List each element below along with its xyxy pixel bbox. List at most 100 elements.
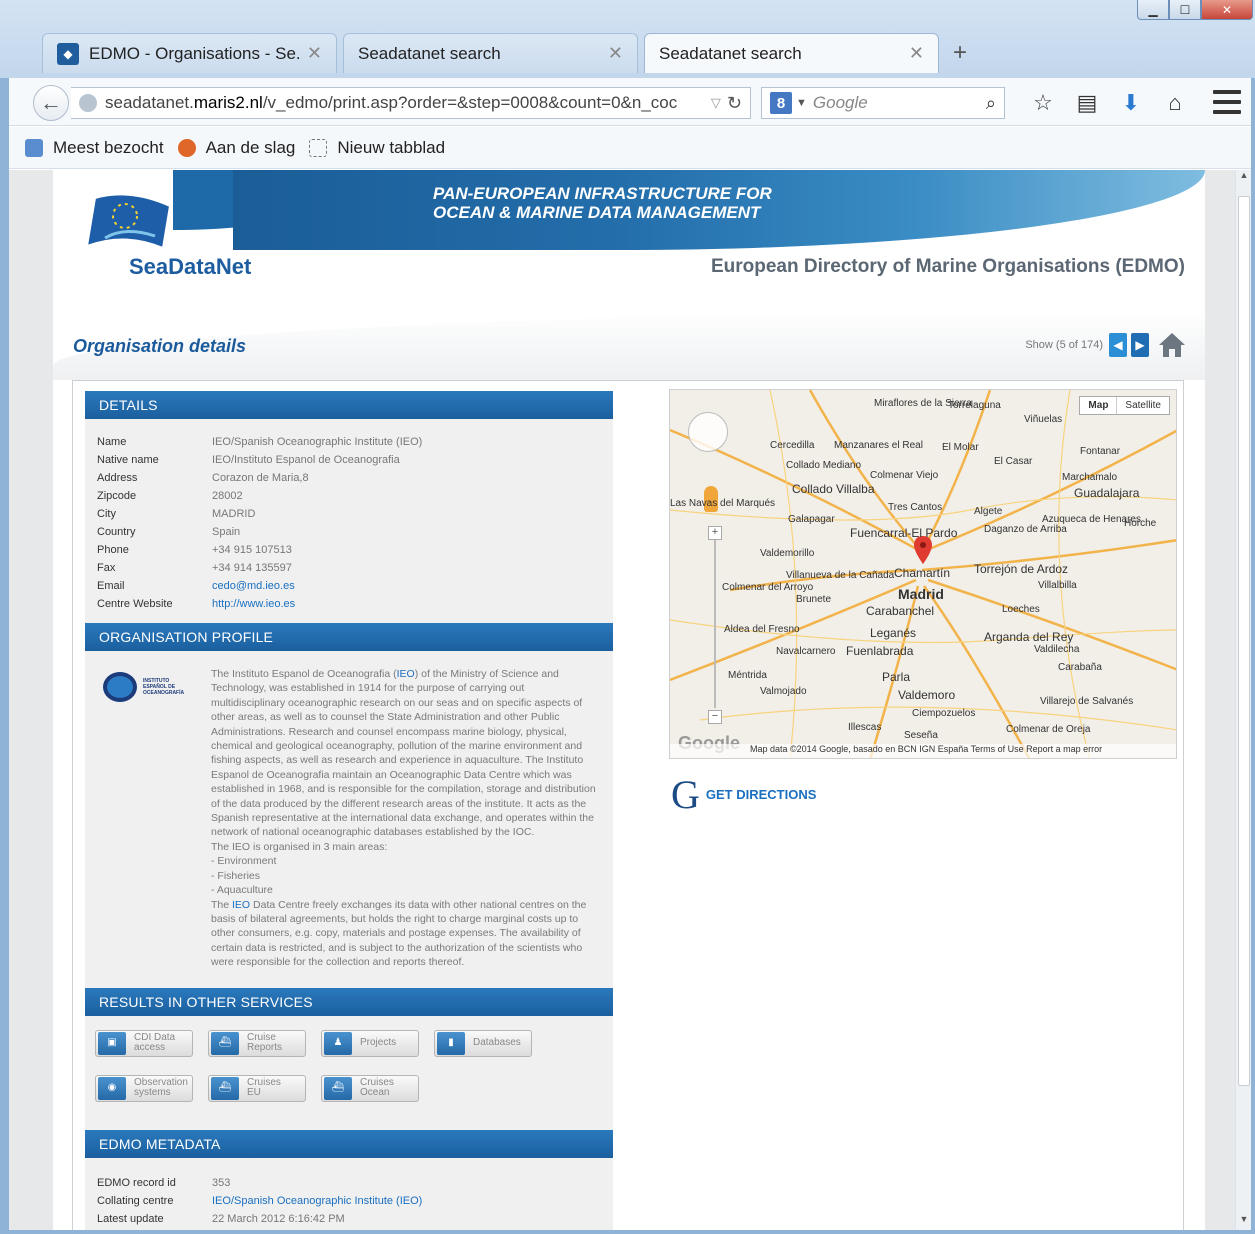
tab-seadatanet-search-1[interactable]: Seadatanet search ✕ [343, 33, 638, 73]
map-label: Madrid [898, 586, 944, 602]
scroll-thumb[interactable] [1238, 196, 1250, 1086]
search-engine-dropdown-icon[interactable]: ▼ [796, 97, 807, 109]
detail-row: Native name IEO/Instituto Espanol de Ocea… [97, 451, 601, 469]
zoom-out-button[interactable]: − [708, 710, 722, 724]
new-tab-page-icon [309, 138, 328, 157]
cruises-eu-button[interactable]: ⛴ Cruises EU [208, 1074, 306, 1102]
observation-systems-button[interactable]: ◉ Observation systems [95, 1074, 193, 1102]
databases-button[interactable]: ▮ Databases [434, 1029, 532, 1057]
page-title: Organisation details [73, 336, 247, 356]
ship-icon: ⛴ [211, 1031, 239, 1055]
map-label: Guadalajara [1074, 486, 1140, 500]
home-icon[interactable] [1157, 330, 1187, 360]
metadata-row: EDMO record id 353 [97, 1174, 601, 1192]
map-type-map-button[interactable]: Map [1080, 397, 1118, 414]
bookmark-getting-started[interactable]: Aan de slag [177, 138, 295, 158]
vertical-scrollbar[interactable]: ▲ ▼ [1235, 170, 1251, 1230]
map-pan-control[interactable] [688, 412, 728, 452]
scroll-down-arrow-icon[interactable]: ▼ [1236, 1214, 1252, 1230]
url-path: /v_edmo/print.asp?order=&step=0008&count… [262, 93, 678, 112]
search-icon[interactable]: ⌕ [986, 93, 996, 114]
profile-area: - Fisheries [211, 869, 261, 882]
zoom-in-button[interactable]: + [708, 526, 722, 540]
home-icon[interactable]: ⌂ [1153, 87, 1197, 119]
database-icon: ▮ [437, 1031, 465, 1055]
previous-record-button[interactable]: ◀ [1109, 333, 1127, 357]
tab-strip: ◆ EDMO - Organisations - Se... ✕ Seadata… [42, 31, 975, 73]
bookmarks-list-icon[interactable]: ▤ [1065, 87, 1109, 119]
map-label: Carabanchel [866, 604, 935, 618]
collating-centre-link[interactable]: IEO/Spanish Oceanographic Institute (IEO… [212, 1192, 422, 1210]
bookmark-most-visited[interactable]: Meest bezocht [25, 138, 164, 158]
map-type-satellite-button[interactable]: Satellite [1117, 397, 1169, 414]
page-content: PAN-EUROPEAN INFRASTRUCTURE FOR OCEAN & … [53, 170, 1205, 1230]
map-type-control[interactable]: Map Satellite [1079, 396, 1170, 415]
ship-icon: ⛴ [211, 1076, 239, 1100]
back-button[interactable]: ← [33, 85, 69, 121]
svc-label: EU [247, 1087, 261, 1099]
tab-close-icon[interactable]: ✕ [909, 43, 924, 64]
close-window-button[interactable]: ✕ [1201, 0, 1253, 20]
bookmark-new-tab[interactable]: Nieuw tabblad [309, 138, 445, 158]
tab-close-icon[interactable]: ✕ [307, 43, 322, 64]
page-viewport: PAN-EUROPEAN INFRASTRUCTURE FOR OCEAN & … [9, 170, 1235, 1230]
observation-icon: ◉ [98, 1076, 126, 1100]
scroll-up-arrow-icon[interactable]: ▲ [1236, 170, 1252, 186]
metadata-value: 22 March 2012 6:16:42 PM [212, 1212, 345, 1225]
ieo-link[interactable]: IEO [232, 899, 250, 911]
detail-label: Phone [97, 544, 129, 556]
profile-text-part: The [211, 898, 233, 911]
url-dropdown-icon[interactable]: ▽ [711, 95, 721, 111]
maximize-button[interactable]: ☐ [1169, 0, 1201, 20]
download-icon[interactable]: ⬇ [1109, 87, 1153, 119]
url-text[interactable]: seadatanet.maris2.nl/v_edmo/print.asp?or… [105, 93, 705, 113]
detail-row: Fax +34 914 135597 [97, 559, 601, 577]
cdi-data-access-button[interactable]: ▣ CDI Data access [95, 1029, 193, 1057]
get-directions-label: GET DIRECTIONS [705, 787, 817, 802]
map-label: Villalbilla [1038, 580, 1077, 591]
url-host: maris2.nl [193, 93, 263, 112]
ieo-logo-icon: INSTITUTO ESPAÑOL DE OCEANOGRAFÍA [103, 667, 187, 707]
email-link[interactable]: cedo@md.ieo.es [212, 577, 295, 595]
bookmark-label: Nieuw tabblad [337, 137, 446, 157]
svc-label: access [134, 1042, 166, 1054]
tab-edmo[interactable]: ◆ EDMO - Organisations - Se... ✕ [42, 33, 337, 73]
svc-label: Ocean [360, 1087, 390, 1099]
google-map[interactable]: + − Map Satellite Miraflores de la Sierr… [669, 389, 1177, 759]
cruise-reports-button[interactable]: ⛴ Cruise Reports [208, 1029, 306, 1057]
bookmark-star-icon[interactable]: ☆ [1021, 87, 1065, 119]
map-attribution[interactable]: Map data ©2014 Google, basado en BCN IGN… [670, 744, 1176, 758]
map-label: Navalcarnero [776, 646, 836, 657]
profile-text: The Instituto Espanol de Oceanografia (I… [211, 667, 599, 970]
detail-value: IEO/Instituto Espanol de Oceanografia [212, 454, 400, 466]
website-link[interactable]: http://www.ieo.es [212, 595, 295, 613]
detail-row: Name IEO/Spanish Oceanographic Institute … [97, 433, 601, 451]
next-record-button[interactable]: ▶ [1131, 333, 1149, 357]
seadatanet-logo-icon[interactable] [85, 188, 177, 260]
ieo-link[interactable]: IEO [397, 668, 415, 680]
most-visited-icon [25, 138, 43, 157]
site-title: European Directory of Marine Organisatio… [710, 256, 1185, 277]
menu-icon[interactable] [1213, 90, 1241, 114]
projects-button[interactable]: ♟ Projects [321, 1029, 419, 1057]
detail-row: Country Spain [97, 523, 601, 541]
map-label: Seseña [904, 730, 938, 741]
reload-icon[interactable]: ↻ [727, 93, 742, 114]
results-buttons: ▣ CDI Data access ⛴ Cruise Reports ♟ Projects… [85, 1016, 613, 1130]
new-tab-button[interactable]: + [945, 33, 975, 73]
address-bar[interactable]: seadatanet.maris2.nl/v_edmo/print.asp?or… [71, 87, 751, 119]
minimize-button[interactable]: ▁ [1137, 0, 1169, 20]
search-bar[interactable]: 8 ▼ Google ⌕ [761, 87, 1005, 119]
detail-value: Spain [212, 526, 241, 538]
map-label: Collado Mediano [786, 460, 862, 471]
map-zoom-control[interactable]: + − [708, 518, 722, 728]
map-label: Méntrida [728, 670, 767, 681]
map-label: Illescas [848, 722, 882, 733]
tab-seadatanet-search-2[interactable]: Seadatanet search ✕ [644, 33, 939, 73]
map-label: Villarejo de Salvanés [1040, 696, 1134, 707]
cruises-ocean-button[interactable]: ⛴ Cruises Ocean [321, 1074, 419, 1102]
get-directions-link[interactable]: G GET DIRECTIONS [671, 771, 816, 818]
google-search-engine-icon[interactable]: 8 [770, 92, 792, 114]
tab-close-icon[interactable]: ✕ [608, 43, 623, 64]
map-marker-icon[interactable] [914, 536, 932, 564]
